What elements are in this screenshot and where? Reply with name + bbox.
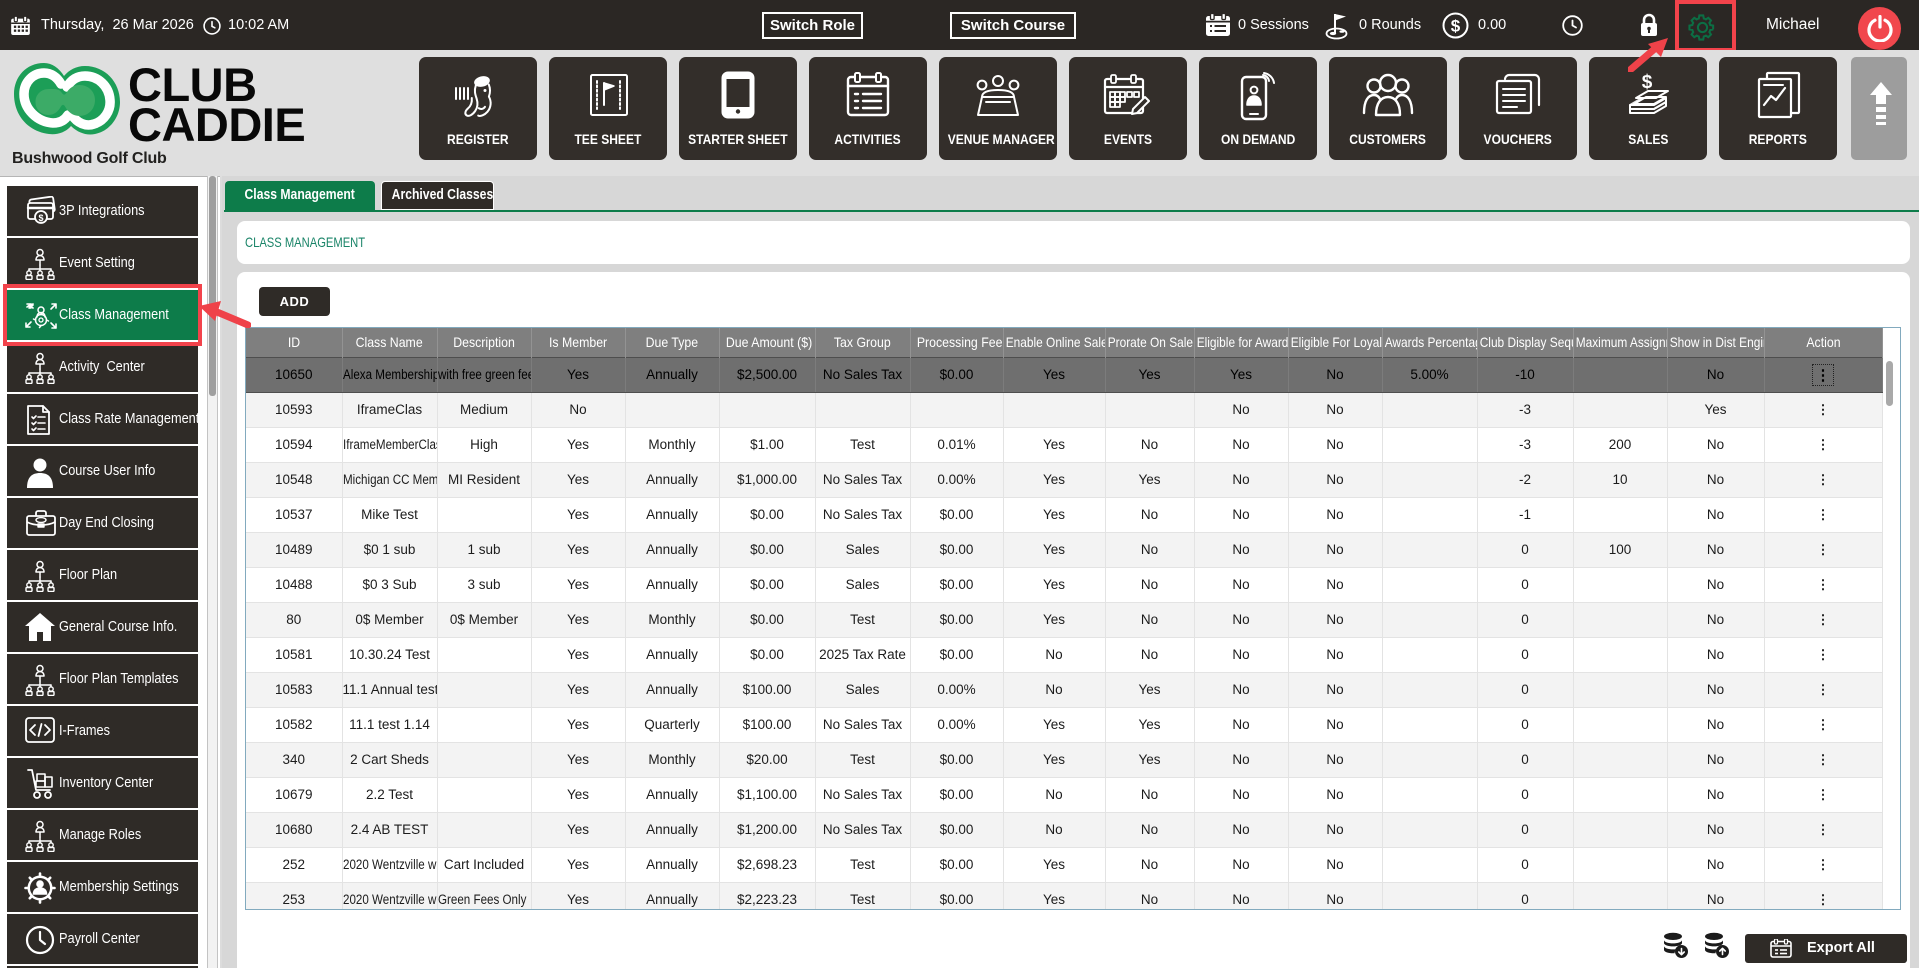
- svg-text:$: $: [1451, 17, 1461, 36]
- svg-text:$: $: [1642, 72, 1653, 93]
- svg-text:$: $: [38, 213, 43, 223]
